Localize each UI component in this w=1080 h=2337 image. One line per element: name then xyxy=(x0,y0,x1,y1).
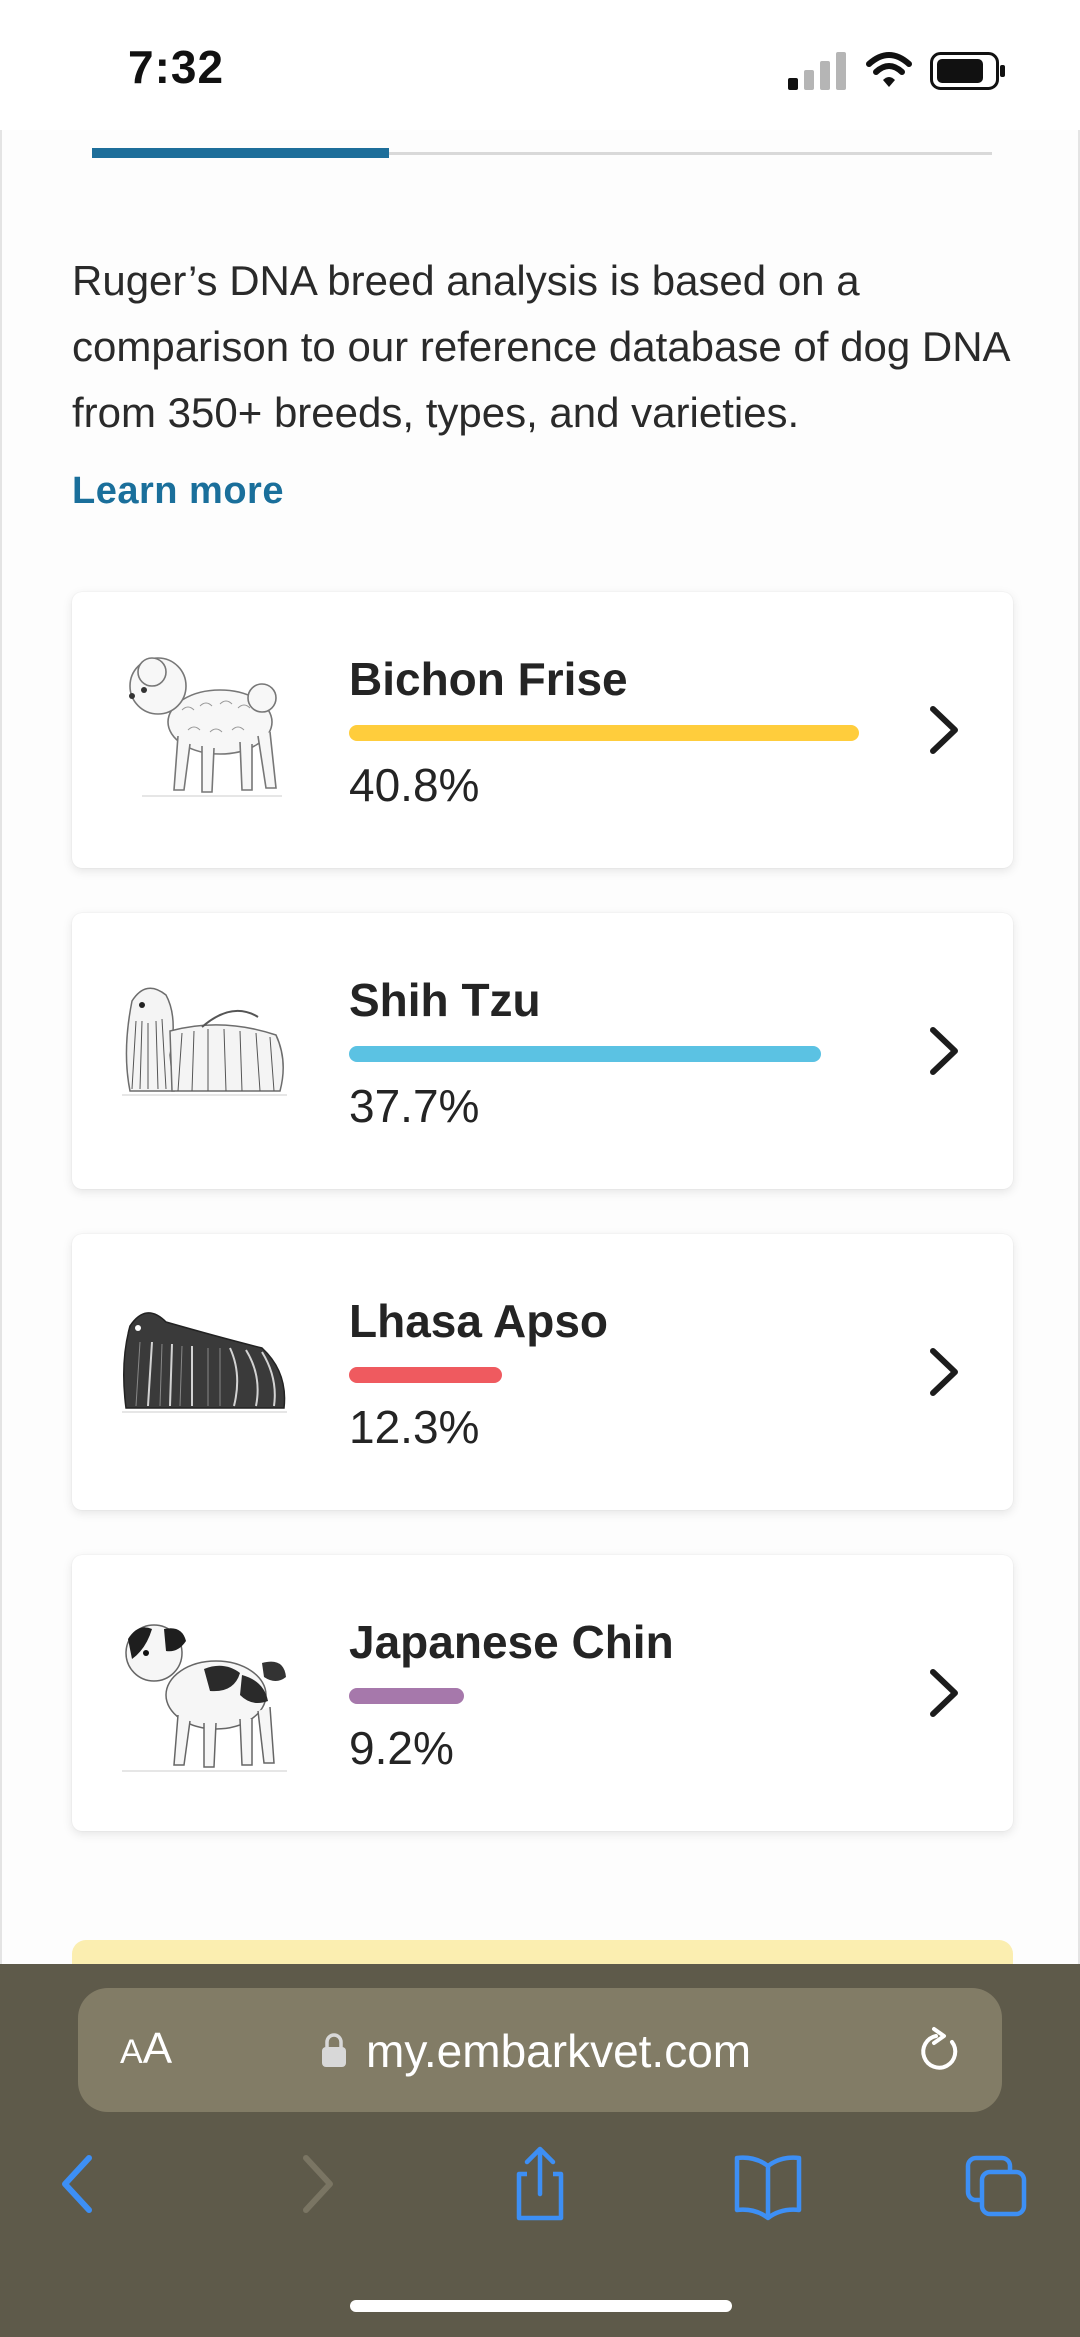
chevron-right-icon xyxy=(930,1027,958,1075)
breed-percent-bar xyxy=(349,1046,859,1062)
breed-percent: 12.3% xyxy=(349,1401,480,1453)
bookmarks-icon[interactable] xyxy=(733,2144,803,2224)
reader-text-size-button[interactable]: AA xyxy=(120,2024,172,2074)
breed-results-page: Ruger’s DNA breed analysis is based on a… xyxy=(0,130,1080,1980)
lock-icon xyxy=(322,2033,346,2067)
breed-percent: 37.7% xyxy=(349,1080,480,1132)
breed-percent-bar-fill xyxy=(349,725,859,741)
forward-icon[interactable] xyxy=(280,2144,350,2224)
breed-card-list: Bichon Frise 40.8% Shih Tzu 37.7% Lhasa … xyxy=(72,592,1013,1876)
breed-percent: 40.8% xyxy=(349,759,480,811)
bichon-frise-illustration xyxy=(129,657,282,797)
aa-large-glyph: A xyxy=(142,2024,173,2073)
breed-name: Lhasa Apso xyxy=(349,1295,609,1347)
japanese-chin-illustration xyxy=(122,1624,287,1772)
status-time: 7:32 xyxy=(128,41,225,93)
reload-icon[interactable] xyxy=(916,2026,962,2074)
url-text[interactable]: my.embarkvet.com xyxy=(366,2024,751,2078)
breed-name: Bichon Frise xyxy=(349,653,628,705)
cellular-signal-icon xyxy=(788,52,846,90)
breed-card-shih-tzu[interactable]: Shih Tzu 37.7% xyxy=(72,913,1013,1189)
chevron-right-icon xyxy=(930,1669,958,1717)
breed-percent: 9.2% xyxy=(349,1722,454,1774)
aa-small-glyph: A xyxy=(120,2033,143,2071)
breed-card-japanese-chin[interactable]: Japanese Chin 9.2% xyxy=(72,1555,1013,1831)
breed-percent-bar-fill xyxy=(349,1046,821,1062)
breed-analysis-intro: Ruger’s DNA breed analysis is based on a… xyxy=(72,257,1009,436)
browser-toolbar: AA my.embarkvet.com xyxy=(0,1964,1080,2337)
tabs-icon[interactable] xyxy=(962,2144,1032,2224)
tab-progress-indicator xyxy=(92,148,389,158)
breed-percent-bar-fill xyxy=(349,1367,502,1383)
learn-more-link[interactable]: Learn more xyxy=(72,470,284,513)
battery-icon xyxy=(930,52,1005,90)
breed-percent-bar-fill xyxy=(349,1688,464,1704)
breed-percent-bar xyxy=(349,1367,859,1383)
breed-card-lhasa-apso[interactable]: Lhasa Apso 12.3% xyxy=(72,1234,1013,1510)
shih-tzu-illustration xyxy=(122,987,287,1096)
lhasa-apso-illustration xyxy=(122,1312,287,1413)
back-icon[interactable] xyxy=(45,2144,115,2224)
share-icon[interactable] xyxy=(505,2144,575,2224)
status-bar: 7:32 xyxy=(0,0,1080,130)
home-indicator xyxy=(350,2300,732,2312)
address-bar[interactable]: AA my.embarkvet.com xyxy=(78,1988,1002,2112)
breed-card-bichon-frise[interactable]: Bichon Frise 40.8% xyxy=(72,592,1013,868)
phone-screen: 7:32 Ruger’s DNA breed analysis is based… xyxy=(0,0,1080,2337)
wifi-icon xyxy=(866,52,912,87)
breed-name: Shih Tzu xyxy=(349,974,541,1026)
breed-percent-bar xyxy=(349,1688,859,1704)
chevron-right-icon xyxy=(930,706,958,754)
breed-percent-bar xyxy=(349,725,859,741)
breed-name: Japanese Chin xyxy=(349,1616,674,1668)
chevron-right-icon xyxy=(930,1348,958,1396)
